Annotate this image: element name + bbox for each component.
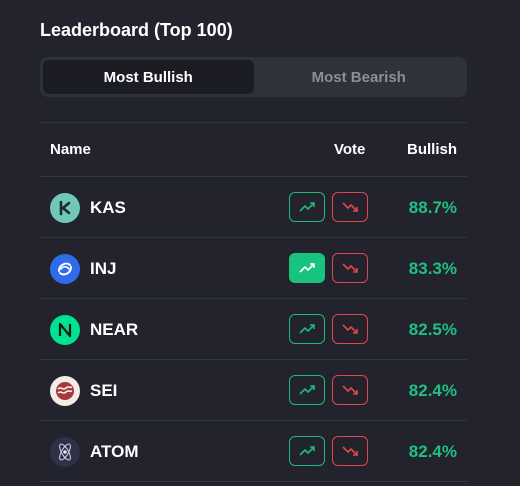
bullish-percent: 83.3% bbox=[408, 259, 457, 278]
bullish-percent: 82.5% bbox=[408, 320, 457, 339]
vote-bullish-button[interactable] bbox=[289, 253, 325, 283]
coin-name[interactable]: INJ bbox=[90, 259, 116, 279]
sentiment-tabs: Most Bullish Most Bearish bbox=[40, 57, 467, 97]
vote-bearish-button[interactable] bbox=[332, 314, 368, 344]
trend-up-icon bbox=[299, 202, 315, 212]
vote-bullish-button[interactable] bbox=[289, 314, 325, 344]
vote-bullish-button[interactable] bbox=[289, 436, 325, 466]
trend-down-icon bbox=[342, 385, 358, 395]
near-icon bbox=[50, 315, 80, 345]
leaderboard-title: Leaderboard (Top 100) bbox=[40, 20, 233, 40]
table-row[interactable]: SEI 82.4% bbox=[40, 360, 467, 421]
vote-bearish-button[interactable] bbox=[332, 253, 368, 283]
table-row[interactable]: ATOM 82.4% bbox=[40, 421, 467, 482]
cosmos-icon bbox=[50, 437, 80, 467]
sei-icon bbox=[50, 376, 80, 406]
bullish-percent: 82.4% bbox=[408, 381, 457, 400]
table-row[interactable]: INJ 83.3% bbox=[40, 238, 467, 299]
injective-icon bbox=[50, 254, 80, 284]
trend-up-icon bbox=[299, 385, 315, 395]
coin-name[interactable]: NEAR bbox=[90, 320, 138, 340]
bullish-percent: 88.7% bbox=[408, 198, 457, 217]
trend-down-icon bbox=[342, 324, 358, 334]
column-header-vote: Vote bbox=[334, 141, 366, 158]
vote-bearish-button[interactable] bbox=[332, 436, 368, 466]
leaderboard-table: Name Vote Bullish KAS 88.7% INJ 83.3% NE… bbox=[40, 122, 467, 482]
table-row[interactable]: KAS 88.7% bbox=[40, 177, 467, 238]
trend-up-icon bbox=[299, 446, 315, 456]
vote-bullish-button[interactable] bbox=[289, 375, 325, 405]
trend-down-icon bbox=[342, 446, 358, 456]
trend-up-icon bbox=[299, 324, 315, 334]
table-header: Name Vote Bullish bbox=[40, 122, 467, 177]
vote-bearish-button[interactable] bbox=[332, 375, 368, 405]
trend-down-icon bbox=[342, 202, 358, 212]
column-header-bullish[interactable]: Bullish bbox=[407, 141, 457, 158]
tab-most-bearish[interactable]: Most Bearish bbox=[254, 60, 465, 94]
coin-name[interactable]: ATOM bbox=[90, 442, 138, 462]
trend-down-icon bbox=[342, 263, 358, 273]
leaderboard-panel: Leaderboard (Top 100) Most Bullish Most … bbox=[0, 0, 520, 486]
kaspa-icon bbox=[50, 193, 80, 223]
table-row[interactable]: NEAR 82.5% bbox=[40, 299, 467, 360]
vote-bullish-button[interactable] bbox=[289, 192, 325, 222]
coin-name[interactable]: SEI bbox=[90, 381, 117, 401]
bullish-percent: 82.4% bbox=[408, 442, 457, 461]
vote-bearish-button[interactable] bbox=[332, 192, 368, 222]
trend-up-icon bbox=[299, 263, 315, 273]
tab-most-bullish[interactable]: Most Bullish bbox=[43, 60, 254, 94]
column-header-name[interactable]: Name bbox=[50, 141, 91, 158]
coin-name[interactable]: KAS bbox=[90, 198, 126, 218]
